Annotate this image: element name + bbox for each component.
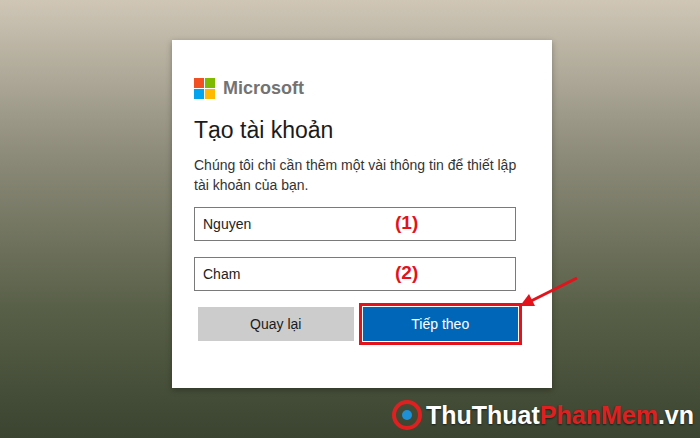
annotation-label: (1) bbox=[395, 211, 418, 235]
fields: Nguyen (1) Cham (2) bbox=[194, 207, 516, 291]
field-value: Nguyen bbox=[203, 214, 251, 235]
watermark: ThuThuatPhanMem.vn bbox=[392, 400, 694, 430]
watermark-text: ThuThuatPhanMem.vn bbox=[426, 400, 694, 430]
microsoft-logo-icon bbox=[194, 78, 215, 99]
watermark-part: .vn bbox=[658, 401, 694, 429]
next-button[interactable]: Tiếp theo bbox=[363, 307, 519, 341]
field-value: Cham bbox=[203, 264, 240, 285]
back-button[interactable]: Quay lại bbox=[198, 307, 354, 341]
text-field[interactable]: Cham (2) bbox=[194, 257, 516, 291]
brand: Microsoft bbox=[194, 77, 522, 99]
button-wrap: Quay lại bbox=[194, 303, 358, 345]
button-row: Quay lại Tiếp theo bbox=[194, 303, 522, 345]
annotation-label: (2) bbox=[395, 261, 418, 285]
watermark-logo-icon bbox=[392, 400, 422, 430]
pointer-arrow-icon bbox=[517, 274, 581, 310]
highlight-box: Tiếp theo bbox=[359, 303, 523, 345]
watermark-part: ThuThuat bbox=[426, 401, 540, 429]
brand-name: Microsoft bbox=[223, 77, 304, 99]
text-field[interactable]: Nguyen (1) bbox=[194, 207, 516, 241]
sign-up-card: Microsoft Tạo tài khoản Chúng tôi chỉ cần … bbox=[172, 40, 552, 388]
screen: Microsoft Tạo tài khoản Chúng tôi chỉ cần … bbox=[0, 0, 700, 438]
title: Tạo tài khoản bbox=[194, 115, 522, 145]
description: Chúng tôi chỉ cần thêm một vài thông tin… bbox=[194, 155, 522, 195]
watermark-part: PhanMem bbox=[540, 401, 658, 429]
